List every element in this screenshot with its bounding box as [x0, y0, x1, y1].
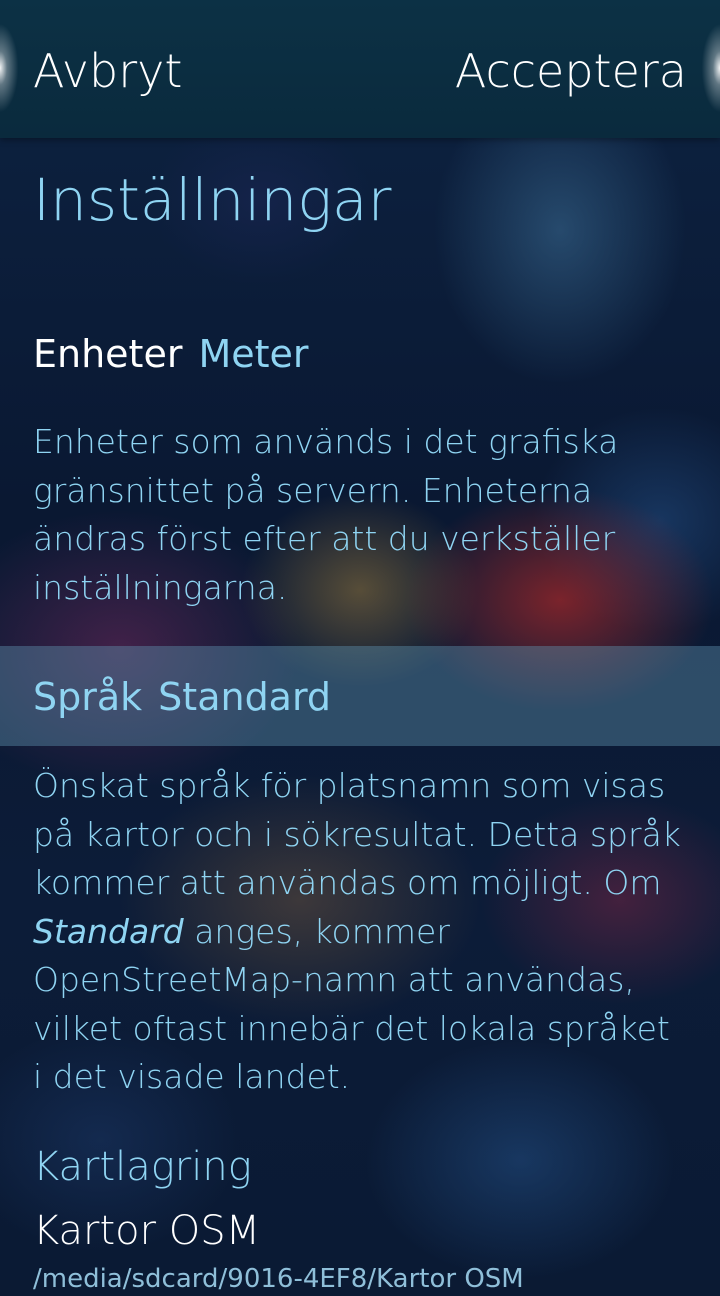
language-description-start: Önskat språk för platsnamn som visas på … [33, 766, 681, 902]
units-value: Meter [198, 332, 309, 376]
header-glow-left [0, 20, 20, 116]
language-description: Önskat språk för platsnamn som visas på … [33, 762, 687, 1102]
units-combobox[interactable]: Enheter Meter [0, 303, 720, 403]
dialog-header: Avbryt Acceptera [0, 0, 720, 138]
language-label: Språk [33, 675, 143, 719]
language-description-emphasis: Standard [33, 911, 184, 951]
units-label: Enheter [33, 332, 183, 376]
accept-button[interactable]: Acceptera [455, 36, 687, 106]
map-storage-section-header: Kartlagring [33, 1144, 252, 1190]
cancel-button[interactable]: Avbryt [33, 36, 182, 106]
language-combobox[interactable]: Språk Standard [0, 646, 720, 746]
map-storage-item-label[interactable]: Kartor OSM [33, 1205, 260, 1257]
page-title: Inställningar [33, 166, 392, 234]
language-value: Standard [158, 675, 332, 719]
language-combobox-text: Språk Standard [33, 672, 331, 722]
units-description: Enheter som används i det grafiska gräns… [33, 422, 619, 607]
map-storage-item-path: /media/sdcard/9016-4EF8/Kartor OSM [33, 1264, 524, 1294]
header-glow-right [700, 20, 720, 116]
units-combobox-text: Enheter Meter [33, 329, 309, 379]
